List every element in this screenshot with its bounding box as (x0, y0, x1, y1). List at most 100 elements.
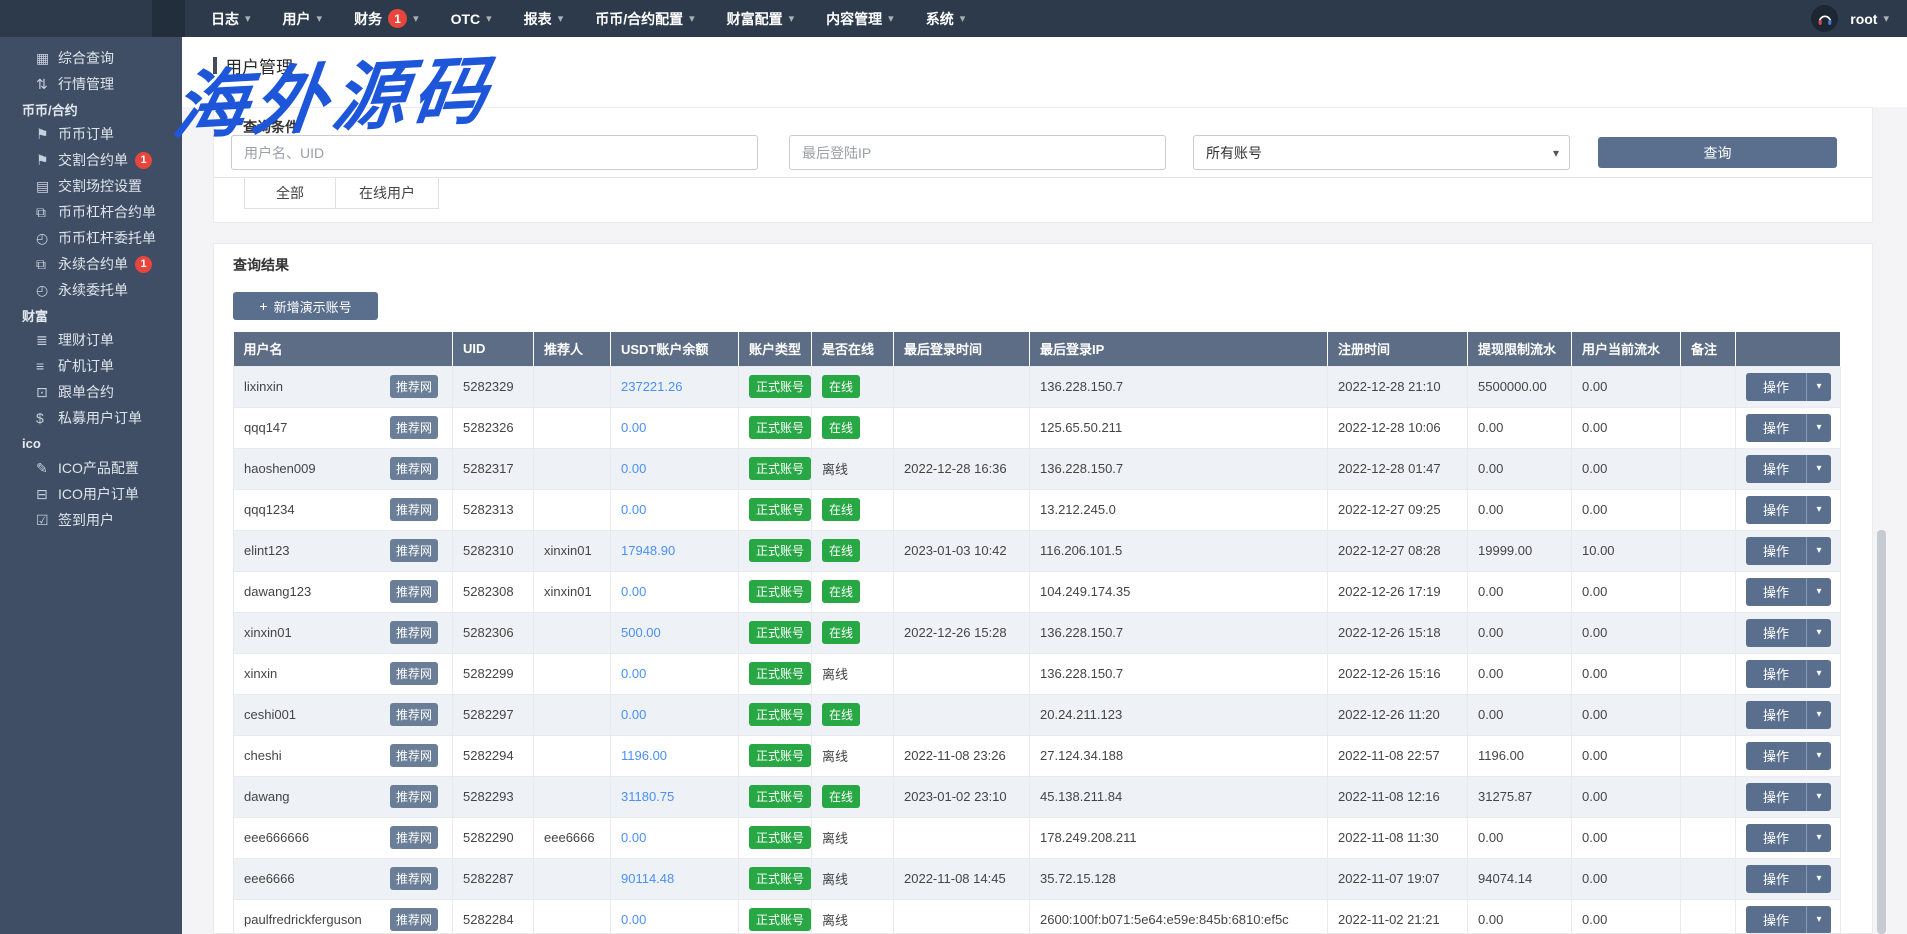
avatar[interactable] (1811, 5, 1838, 32)
usdt-balance-link[interactable]: 0.00 (621, 461, 646, 476)
referral-net-badge[interactable]: 推荐网 (390, 744, 438, 767)
referral-net-badge[interactable]: 推荐网 (390, 908, 438, 931)
operation-split-button[interactable]: 操作▾ (1746, 906, 1831, 934)
chevron-down-icon[interactable]: ▾ (1807, 701, 1831, 729)
operation-split-button[interactable]: 操作▾ (1746, 742, 1831, 770)
usdt-balance-link[interactable]: 0.00 (621, 502, 646, 517)
tab-online-users[interactable]: 在线用户 (335, 178, 439, 209)
referral-net-badge[interactable]: 推荐网 (390, 785, 438, 808)
user-menu[interactable]: root ▾ (1850, 11, 1889, 27)
chevron-down-icon[interactable]: ▾ (1807, 373, 1831, 401)
referral-net-badge[interactable]: 推荐网 (390, 867, 438, 890)
chevron-down-icon[interactable]: ▾ (1807, 414, 1831, 442)
chevron-down-icon[interactable]: ▾ (1807, 660, 1831, 688)
operation-button-label[interactable]: 操作 (1746, 619, 1807, 647)
chevron-down-icon[interactable]: ▾ (1807, 783, 1831, 811)
chevron-down-icon[interactable]: ▾ (1807, 578, 1831, 606)
usdt-balance-link[interactable]: 90114.48 (621, 871, 674, 886)
nav-menu-3[interactable]: OTC▾ (437, 0, 506, 37)
search-input[interactable] (231, 135, 758, 170)
operation-button-label[interactable]: 操作 (1746, 660, 1807, 688)
operation-button-label[interactable]: 操作 (1746, 455, 1807, 483)
operation-split-button[interactable]: 操作▾ (1746, 414, 1831, 442)
account-type-select[interactable]: 所有账号 ▾ (1193, 135, 1570, 170)
operation-button-label[interactable]: 操作 (1746, 783, 1807, 811)
nav-menu-7[interactable]: 内容管理▾ (812, 0, 908, 37)
sidebar-item-4[interactable]: ⚑交割合约单1 (0, 147, 182, 173)
referral-net-badge[interactable]: 推荐网 (390, 498, 438, 521)
operation-split-button[interactable]: 操作▾ (1746, 865, 1831, 893)
sidebar-item-18[interactable]: ☑签到用户 (0, 507, 182, 533)
referral-net-badge[interactable]: 推荐网 (390, 621, 438, 644)
referral-net-badge[interactable]: 推荐网 (390, 703, 438, 726)
nav-menu-6[interactable]: 财富配置▾ (713, 0, 809, 37)
sidebar-item-9[interactable]: ◴永续委托单 (0, 277, 182, 303)
scrollbar-thumb[interactable] (1877, 530, 1886, 934)
operation-button-label[interactable]: 操作 (1746, 824, 1807, 852)
sidebar-item-7[interactable]: ◴币币杠杆委托单 (0, 225, 182, 251)
operation-button-label[interactable]: 操作 (1746, 865, 1807, 893)
operation-button-label[interactable]: 操作 (1746, 537, 1807, 565)
chevron-down-icon[interactable]: ▾ (1807, 496, 1831, 524)
usdt-balance-link[interactable]: 0.00 (621, 420, 646, 435)
chevron-down-icon[interactable]: ▾ (1807, 537, 1831, 565)
operation-split-button[interactable]: 操作▾ (1746, 496, 1831, 524)
sidebar-item-6[interactable]: ⧉币币杠杆合约单 (0, 199, 182, 225)
operation-button-label[interactable]: 操作 (1746, 742, 1807, 770)
operation-split-button[interactable]: 操作▾ (1746, 578, 1831, 606)
operation-button-label[interactable]: 操作 (1746, 701, 1807, 729)
operation-button-label[interactable]: 操作 (1746, 496, 1807, 524)
referral-net-badge[interactable]: 推荐网 (390, 826, 438, 849)
operation-split-button[interactable]: 操作▾ (1746, 701, 1831, 729)
sidebar-item-14[interactable]: $私募用户订单 (0, 405, 182, 431)
chevron-down-icon[interactable]: ▾ (1807, 906, 1831, 934)
operation-button-label[interactable]: 操作 (1746, 414, 1807, 442)
nav-menu-1[interactable]: 用户▾ (269, 0, 337, 37)
chevron-down-icon[interactable]: ▾ (1807, 865, 1831, 893)
nav-menu-2[interactable]: 财务1▾ (340, 0, 433, 37)
sidebar-item-13[interactable]: ⊡跟单合约 (0, 379, 182, 405)
operation-split-button[interactable]: 操作▾ (1746, 824, 1831, 852)
sidebar-item-8[interactable]: ⧉永续合约单1 (0, 251, 182, 277)
sidebar-item-1[interactable]: ⇅行情管理 (0, 71, 182, 97)
last-login-ip-input[interactable] (789, 135, 1166, 170)
usdt-balance-link[interactable]: 0.00 (621, 584, 646, 599)
sidebar-item-5[interactable]: ▤交割场控设置 (0, 173, 182, 199)
chevron-down-icon[interactable]: ▾ (1807, 619, 1831, 647)
operation-split-button[interactable]: 操作▾ (1746, 455, 1831, 483)
operation-button-label[interactable]: 操作 (1746, 373, 1807, 401)
operation-split-button[interactable]: 操作▾ (1746, 783, 1831, 811)
nav-menu-8[interactable]: 系统▾ (912, 0, 980, 37)
usdt-balance-link[interactable]: 0.00 (621, 666, 646, 681)
usdt-balance-link[interactable]: 0.00 (621, 707, 646, 722)
usdt-balance-link[interactable]: 500.00 (621, 625, 661, 640)
operation-split-button[interactable]: 操作▾ (1746, 373, 1831, 401)
sidebar-item-12[interactable]: ≡矿机订单 (0, 353, 182, 379)
usdt-balance-link[interactable]: 17948.90 (621, 543, 675, 558)
referral-net-badge[interactable]: 推荐网 (390, 580, 438, 603)
sidebar-item-3[interactable]: ⚑币币订单 (0, 121, 182, 147)
operation-split-button[interactable]: 操作▾ (1746, 537, 1831, 565)
sidebar-item-0[interactable]: ▦综合查询 (0, 45, 182, 71)
operation-split-button[interactable]: 操作▾ (1746, 660, 1831, 688)
operation-split-button[interactable]: 操作▾ (1746, 619, 1831, 647)
operation-button-label[interactable]: 操作 (1746, 906, 1807, 934)
chevron-down-icon[interactable]: ▾ (1807, 742, 1831, 770)
nav-menu-5[interactable]: 币币/合约配置▾ (581, 0, 708, 37)
usdt-balance-link[interactable]: 237221.26 (621, 379, 682, 394)
chevron-down-icon[interactable]: ▾ (1807, 455, 1831, 483)
query-button[interactable]: 查询 (1598, 137, 1837, 168)
usdt-balance-link[interactable]: 1196.00 (621, 748, 667, 763)
usdt-balance-link[interactable]: 0.00 (621, 830, 646, 845)
referral-net-badge[interactable]: 推荐网 (390, 416, 438, 439)
sidebar-item-17[interactable]: ⊟ICO用户订单 (0, 481, 182, 507)
referral-net-badge[interactable]: 推荐网 (390, 539, 438, 562)
operation-button-label[interactable]: 操作 (1746, 578, 1807, 606)
tab-all[interactable]: 全部 (244, 178, 335, 209)
nav-menu-0[interactable]: 日志▾ (197, 0, 265, 37)
sidebar-item-11[interactable]: ≣理财订单 (0, 327, 182, 353)
chevron-down-icon[interactable]: ▾ (1807, 824, 1831, 852)
referral-net-badge[interactable]: 推荐网 (390, 457, 438, 480)
usdt-balance-link[interactable]: 31180.75 (621, 789, 674, 804)
referral-net-badge[interactable]: 推荐网 (390, 662, 438, 685)
